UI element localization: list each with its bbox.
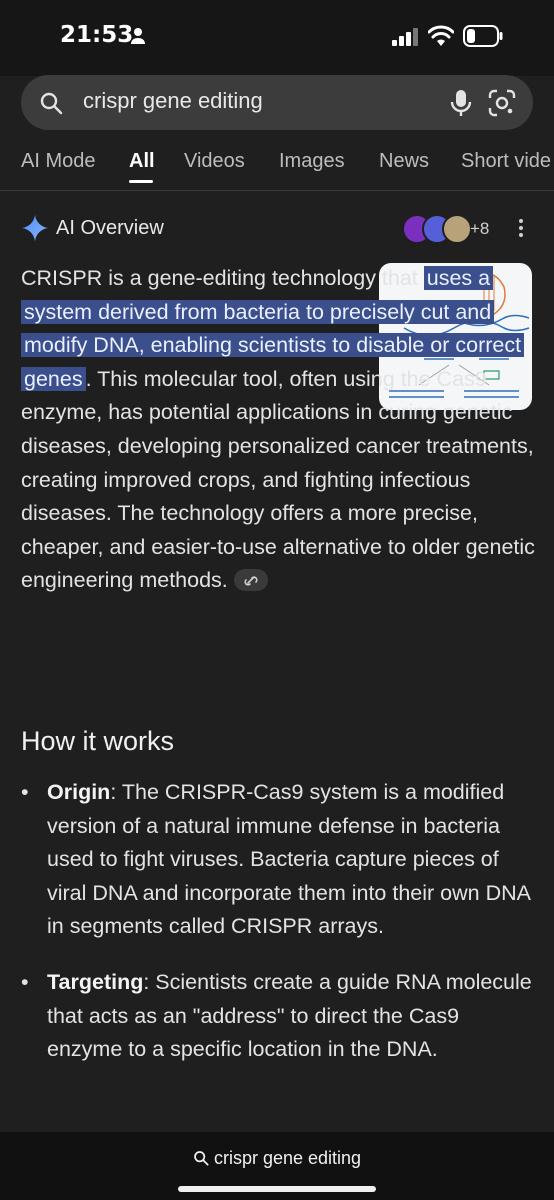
google-lens-icon[interactable] [488, 89, 516, 117]
tab-short-videos[interactable]: Short vide [461, 150, 551, 173]
gemini-spark-icon [22, 215, 48, 241]
ai-overview-title: AI Overview [56, 217, 164, 239]
bullet-term: Targeting [47, 970, 144, 994]
tab-videos[interactable]: Videos [184, 150, 245, 173]
person-icon [131, 28, 145, 44]
search-tabs: AI Mode All Videos Images News Short vid… [0, 140, 554, 190]
section-heading: How it works [21, 726, 175, 756]
bullet-dot: • [21, 780, 29, 804]
ai-overview-summary: CRISPR is a gene-editing technology that… [21, 262, 536, 598]
home-indicator[interactable] [178, 1186, 376, 1192]
tab-all[interactable]: All [129, 150, 155, 173]
status-time: 21:53 [60, 22, 134, 48]
source-avatars[interactable] [402, 214, 472, 244]
bottom-address-bar[interactable]: crispr gene editing [0, 1132, 554, 1200]
wifi-icon [428, 25, 454, 46]
search-bar[interactable]: crispr gene editing [21, 75, 533, 130]
tab-news[interactable]: News [379, 150, 429, 173]
signal-icon [392, 28, 418, 46]
link-icon [244, 575, 258, 586]
search-input[interactable]: crispr gene editing [83, 88, 263, 114]
microphone-icon[interactable] [449, 89, 473, 117]
summary-text: CRISPR is a gene-editing technology that [21, 266, 424, 290]
bullet-term: Origin [47, 780, 111, 804]
bottom-search-query[interactable]: crispr gene editing [0, 1148, 554, 1169]
bottom-query-text: crispr gene editing [213, 1148, 362, 1168]
active-tab-indicator [129, 180, 153, 183]
search-icon[interactable] [39, 91, 63, 115]
search-icon [194, 1151, 209, 1166]
more-options-icon[interactable] [518, 218, 524, 238]
battery-icon [463, 25, 503, 47]
tab-ai-mode[interactable]: AI Mode [21, 150, 95, 173]
summary-text-continued: . This molecular tool, often using the C… [21, 366, 535, 593]
tab-images[interactable]: Images [279, 150, 345, 173]
ai-overview-header: AI Overview +8 [0, 205, 554, 249]
divider [0, 190, 554, 191]
source-link-chip[interactable] [233, 568, 268, 591]
bullet-text: : The CRISPR-Cas9 system is a modified v… [47, 780, 530, 939]
source-count[interactable]: +8 [470, 219, 489, 239]
status-bar: 21:53 [0, 0, 554, 76]
source-avatar [442, 214, 472, 244]
bullet-dot: • [21, 970, 29, 994]
